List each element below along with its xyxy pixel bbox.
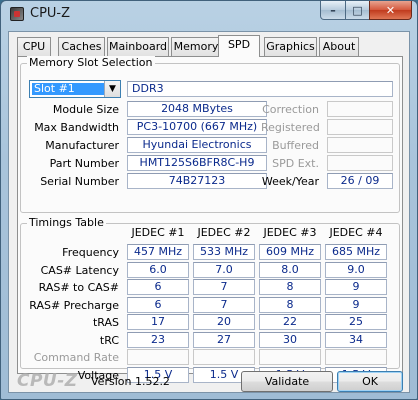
- timings-row-label: tRC: [99, 333, 119, 347]
- timings-cell: 25: [325, 314, 387, 330]
- week-year-field: 26 / 09: [327, 173, 393, 189]
- timings-cell: [193, 349, 255, 365]
- buffered-label: Buffered: [272, 139, 319, 152]
- timings-cell: 685 MHz: [325, 244, 387, 260]
- timings-cell: 6: [127, 279, 189, 295]
- title-bar[interactable]: CPU-Z – □ ✕: [1, 1, 417, 29]
- memory-type-field: DDR3: [127, 81, 393, 97]
- timings-cell: 20: [193, 314, 255, 330]
- timings-cell: 7: [193, 296, 255, 313]
- timings-row-label: RAS# Precharge: [29, 298, 119, 312]
- serial-number-field: 74B27123: [127, 173, 267, 189]
- timings-cell: [127, 349, 189, 365]
- timings-cell: 8: [259, 279, 321, 295]
- minimize-button[interactable]: –: [320, 1, 346, 20]
- version-text: Version 1.52.2: [91, 375, 170, 388]
- timings-cell: 27: [193, 331, 255, 348]
- slot-select[interactable]: Slot #1 ▼: [29, 80, 121, 98]
- week-year-label: Week/Year: [261, 175, 319, 188]
- tab-caches[interactable]: Caches: [58, 37, 105, 56]
- tab-graphics[interactable]: Graphics: [264, 37, 317, 56]
- manufacturer-label: Manufacturer: [45, 139, 119, 152]
- timings-cell: 609 MHz: [259, 244, 321, 260]
- correction-label: Correction: [262, 103, 319, 116]
- timings-cell: 533 MHz: [193, 244, 255, 260]
- timings-cell: [259, 349, 321, 365]
- part-number-field: HMT125S6BFR8C-H9: [127, 155, 267, 171]
- manufacturer-field: Hyundai Electronics: [127, 137, 267, 153]
- timings-group: Timings Table JEDEC #1 JEDEC #2 JEDEC #3 JE…: [20, 216, 400, 383]
- maximize-button[interactable]: □: [345, 1, 370, 20]
- close-icon: ✕: [385, 3, 396, 17]
- module-size-field: 2048 MBytes: [127, 101, 267, 117]
- timings-cell: 9: [325, 279, 387, 295]
- timings-cell: 9.0: [325, 261, 387, 278]
- tab-spd[interactable]: SPD: [218, 35, 260, 57]
- timings-column-header: JEDEC #3: [263, 226, 317, 239]
- timings-cell: 6: [127, 296, 189, 313]
- cpuz-app-icon: [10, 7, 24, 21]
- spd-ext-field: [327, 155, 393, 171]
- registered-label: Registered: [261, 121, 320, 134]
- max-bandwidth-label: Max Bandwidth: [34, 121, 119, 134]
- tab-about[interactable]: About: [319, 37, 359, 56]
- correction-field: [327, 101, 393, 117]
- spd-ext-label: SPD Ext.: [272, 157, 319, 170]
- close-button[interactable]: ✕: [369, 1, 412, 20]
- timings-row-label: Frequency: [62, 246, 119, 259]
- timings-cell: 457 MHz: [127, 244, 189, 260]
- cpuz-logo: CPU-Z: [17, 371, 78, 391]
- spd-panel: Memory Slot Selection Slot #1 ▼ DDR3 Mod…: [17, 56, 403, 383]
- timings-cell: 6.0: [127, 261, 189, 278]
- buffered-field: [327, 137, 393, 153]
- slot-select-value: Slot #1: [32, 83, 104, 95]
- serial-number-label: Serial Number: [40, 175, 119, 188]
- timings-cell: 23: [127, 331, 189, 348]
- max-bandwidth-field: PC3-10700 (667 MHz): [127, 119, 267, 135]
- memory-slot-group: Memory Slot Selection Slot #1 ▼ DDR3 Mod…: [20, 56, 400, 213]
- timings-cell: 7.0: [193, 261, 255, 278]
- minimize-icon: –: [330, 3, 336, 17]
- window-title: CPU-Z: [30, 6, 71, 21]
- timings-cell: 22: [259, 314, 321, 330]
- timings-cell: 8.0: [259, 261, 321, 278]
- timings-column-header: JEDEC #1: [131, 226, 185, 239]
- timings-column-header: JEDEC #2: [197, 226, 251, 239]
- client-area: CPU Caches Mainboard Memory SPD Graphics…: [8, 31, 410, 393]
- tab-cpu[interactable]: CPU: [17, 37, 51, 56]
- timings-column-header: JEDEC #4: [329, 226, 383, 239]
- registered-field: [327, 119, 393, 135]
- timings-cell: 9: [325, 296, 387, 313]
- timings-cell: 8: [259, 296, 321, 313]
- timings-group-title: Timings Table: [27, 216, 106, 229]
- memory-slot-group-title: Memory Slot Selection: [27, 56, 155, 69]
- tab-memory[interactable]: Memory: [171, 37, 221, 56]
- part-number-label: Part Number: [49, 157, 119, 170]
- timings-cell: 17: [127, 314, 189, 330]
- timings-cell: 30: [259, 331, 321, 348]
- timings-row-label: tRAS: [92, 316, 119, 329]
- timings-row-label: Command Rate: [33, 351, 119, 364]
- chevron-down-icon[interactable]: ▼: [104, 81, 120, 97]
- footer: CPU-Z Version 1.52.2 Validate OK: [9, 370, 409, 392]
- validate-button[interactable]: Validate: [241, 371, 333, 392]
- maximize-icon: □: [352, 3, 363, 17]
- timings-cell: 7: [193, 279, 255, 295]
- timings-cell: 34: [325, 331, 387, 348]
- cpuz-window: CPU-Z – □ ✕ CPU Caches Mainboard Memory …: [0, 0, 418, 400]
- timings-row-label: CAS# Latency: [40, 263, 119, 277]
- timings-row-label: RAS# to CAS#: [38, 281, 119, 294]
- timings-cell: [325, 349, 387, 365]
- tab-mainboard[interactable]: Mainboard: [107, 37, 169, 56]
- module-size-label: Module Size: [52, 103, 119, 116]
- ok-button[interactable]: OK: [337, 371, 403, 392]
